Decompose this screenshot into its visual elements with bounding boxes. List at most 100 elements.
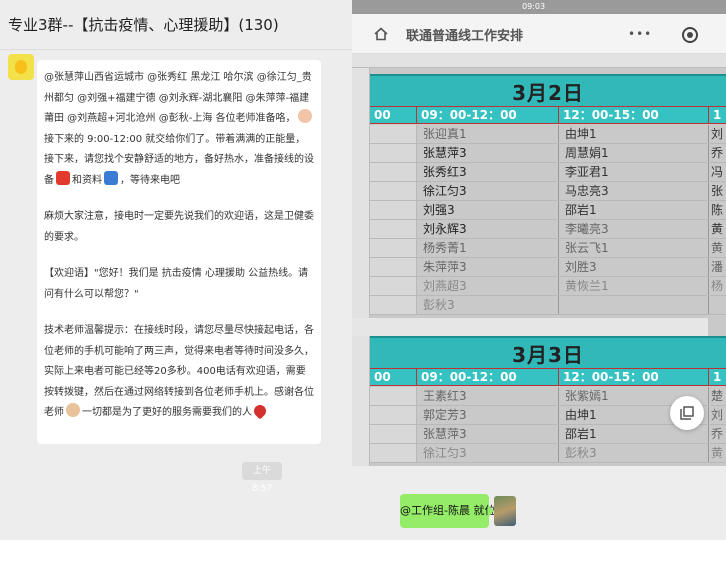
cell[interactable]: 乔 <box>709 425 726 443</box>
cell[interactable]: 王素红3 <box>417 387 559 405</box>
cell[interactable]: 黄恢兰1 <box>559 277 709 295</box>
cell[interactable]: 李亚君1 <box>559 163 709 181</box>
time-cell[interactable]: 12：00-15：00 <box>559 107 709 124</box>
cell[interactable]: 彭秋3 <box>559 444 709 462</box>
cell[interactable]: 杨 <box>709 277 726 295</box>
cell[interactable]: 张慧萍3 <box>417 144 559 162</box>
share-button[interactable] <box>670 396 704 430</box>
time-header-row: 00 09：00-12：00 12：00-15：00 1 <box>370 368 726 386</box>
cell[interactable] <box>370 406 417 424</box>
cell[interactable]: 刘燕超3 <box>417 277 559 295</box>
cell[interactable] <box>559 296 709 314</box>
cell[interactable]: 张迎真1 <box>417 125 559 143</box>
target-icon[interactable] <box>682 27 698 43</box>
chat-panel: 专业3群--【抗击疫情、心理援助】(130) @张慧萍山西省运城市 @张秀红 黑… <box>0 0 352 540</box>
message-text: 技术老师温馨提示：在接线时段，请您尽量尽快接起电话，各位老师的手机可能响了两三声… <box>44 325 314 418</box>
schedule-block-0: 3月2日 00 09：00-12：00 12：00-15：00 1 张迎真1 由… <box>370 68 726 328</box>
cell[interactable]: 刘 <box>709 406 726 424</box>
cell[interactable]: 黄 <box>709 220 726 238</box>
message-text: 一切都是为了更好的服务需要我们的人 <box>82 407 252 418</box>
cell[interactable] <box>370 125 417 143</box>
avatar-icon[interactable] <box>8 54 34 80</box>
cell[interactable]: 杨秀菁1 <box>417 239 559 257</box>
cell[interactable]: 刘 <box>709 125 726 143</box>
cell[interactable]: 张 <box>709 182 726 200</box>
my-message-bubble[interactable]: @工作组-陈晨 就位 <box>400 494 495 528</box>
cell[interactable] <box>370 444 417 462</box>
girl-emoji-icon <box>297 109 312 123</box>
message-paragraph-3: 【欢迎语】"您好！我们是 抗击疫情 心理援助 公益热线。请问有什么可以帮您？" <box>44 268 309 300</box>
cell[interactable]: 黄 <box>709 239 726 257</box>
cell[interactable]: 楚 <box>709 387 726 405</box>
cell[interactable] <box>709 296 726 314</box>
cell[interactable] <box>370 258 417 276</box>
cell[interactable] <box>370 387 417 405</box>
cell[interactable]: 张云飞1 <box>559 239 709 257</box>
message-paragraph-1: @张慧萍山西省运城市 @张秀红 黑龙江 哈尔滨 @徐江匀_贵州都匀 @刘强+福建… <box>44 68 314 191</box>
message-paragraph-2: 麻烦大家注意，接电时一定要先说我们的欢迎语，这是卫健委的要求。 <box>44 211 314 243</box>
phone-emoji-icon <box>56 170 70 185</box>
time-cell[interactable]: 12：00-15：00 <box>559 369 709 386</box>
cell[interactable]: 刘强3 <box>417 201 559 219</box>
time-cell[interactable]: 09：00-12：00 <box>417 369 559 386</box>
schedule-block-1: 3月3日 00 09：00-12：00 12：00-15：00 1 王素红3 张… <box>370 336 726 466</box>
message-bubble[interactable]: @张慧萍山西省运城市 @张秀红 黑龙江 哈尔滨 @徐江匀_贵州都匀 @刘强+福建… <box>37 60 321 444</box>
time-cell[interactable]: 1 <box>709 107 726 124</box>
cell[interactable]: 张慧萍3 <box>417 425 559 443</box>
cell[interactable] <box>370 425 417 443</box>
cell[interactable]: 徐江匀3 <box>417 444 559 462</box>
cell[interactable]: 潘 <box>709 258 726 276</box>
cell[interactable] <box>370 163 417 181</box>
home-icon[interactable] <box>374 27 388 41</box>
cell[interactable] <box>370 277 417 295</box>
cell[interactable] <box>370 239 417 257</box>
cell[interactable]: 由坤1 <box>559 125 709 143</box>
cell[interactable]: 刘永辉3 <box>417 220 559 238</box>
cell[interactable] <box>370 220 417 238</box>
more-icon[interactable]: ••• <box>628 28 652 40</box>
table-row: 徐江匀3 彭秋3 黄 <box>370 444 726 463</box>
cell[interactable] <box>370 144 417 162</box>
cell[interactable]: 郭定芳3 <box>417 406 559 424</box>
table-row: 张秀红3 李亚君1 冯 <box>370 163 726 182</box>
cell[interactable]: 刘胜3 <box>559 258 709 276</box>
table-row: 彭秋3 <box>370 296 726 315</box>
chat-title[interactable]: 专业3群--【抗击疫情、心理援助】(130) <box>8 14 279 35</box>
cell[interactable]: 乔 <box>709 144 726 162</box>
cell[interactable]: 周慧娟1 <box>559 144 709 162</box>
heart-emoji-icon <box>251 402 269 420</box>
status-bar: 09:03 <box>352 0 726 14</box>
message-text: @张慧萍山西省运城市 @张秀红 黑龙江 哈尔滨 @徐江匀_贵州都匀 @刘强+福建… <box>44 72 312 124</box>
message-timestamp: 上午 8:57 <box>242 462 282 494</box>
cell[interactable]: 张秀红3 <box>417 163 559 181</box>
cell[interactable]: 李曦亮3 <box>559 220 709 238</box>
cell[interactable]: 陈 <box>709 201 726 219</box>
cell[interactable] <box>370 201 417 219</box>
time-cell[interactable]: 09：00-12：00 <box>417 107 559 124</box>
cell[interactable]: 朱萍萍3 <box>417 258 559 276</box>
cell[interactable] <box>370 182 417 200</box>
my-avatar-icon[interactable] <box>494 496 516 526</box>
cell[interactable]: 黄 <box>709 444 726 462</box>
time-cell[interactable]: 00 <box>370 107 417 124</box>
table-row: 朱萍萍3 刘胜3 潘 <box>370 258 726 277</box>
table-row: 张慧萍3 邵岩1 乔 <box>370 425 726 444</box>
table-row: 刘强3 邵岩1 陈 <box>370 201 726 220</box>
message-paragraph-4: 技术老师温馨提示：在接线时段，请您尽量尽快接起电话，各位老师的手机可能响了两三声… <box>44 321 314 424</box>
computer-emoji-icon <box>104 170 118 185</box>
table-row: 刘永辉3 李曦亮3 黄 <box>370 220 726 239</box>
chat-header: 专业3群--【抗击疫情、心理援助】(130) <box>0 0 352 50</box>
cell[interactable]: 冯 <box>709 163 726 181</box>
message-text: 和资料 <box>72 174 102 186</box>
row-ruler <box>352 68 370 466</box>
cell[interactable] <box>370 296 417 314</box>
spreadsheet-screenshot: 09:03 联通普通线工作安排 ••• 3月2日 00 09：00-12：00 … <box>352 0 726 466</box>
time-cell[interactable]: 00 <box>370 369 417 386</box>
cell[interactable]: 徐江匀3 <box>417 182 559 200</box>
cell[interactable]: 邵岩1 <box>559 201 709 219</box>
cell[interactable]: 马忠亮3 <box>559 182 709 200</box>
cell[interactable]: 彭秋3 <box>417 296 559 314</box>
sheet-title: 联通普通线工作安排 <box>406 29 524 44</box>
time-cell[interactable]: 1 <box>709 369 726 386</box>
table-row: 杨秀菁1 张云飞1 黄 <box>370 239 726 258</box>
